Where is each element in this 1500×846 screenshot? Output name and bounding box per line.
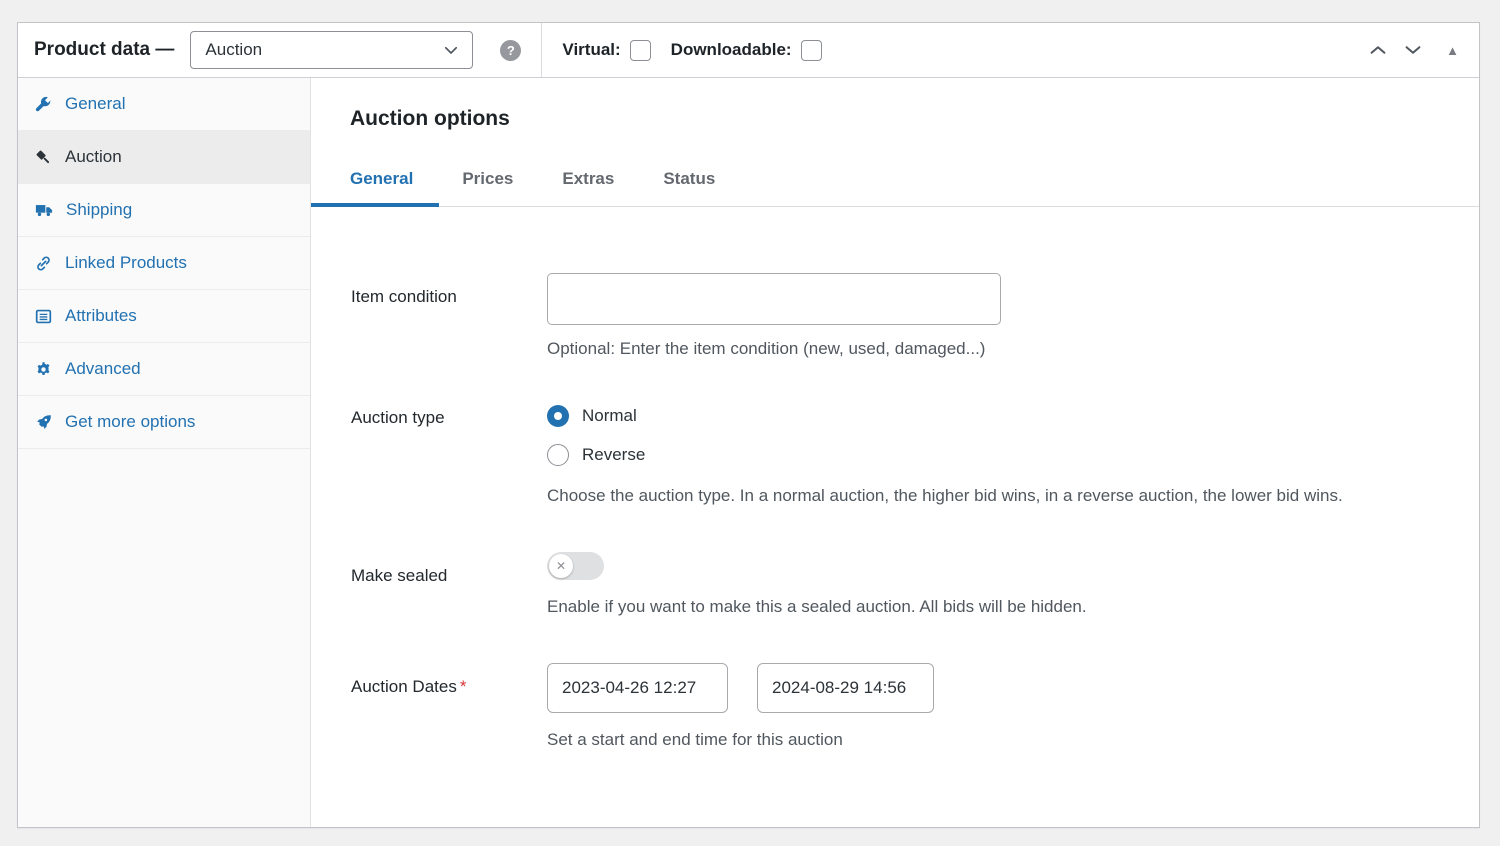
list-icon bbox=[35, 308, 52, 325]
sidebar-item-linked-products[interactable]: Linked Products bbox=[18, 237, 310, 290]
auction-type-normal-label: Normal bbox=[582, 406, 637, 426]
link-icon bbox=[35, 255, 52, 272]
make-sealed-toggle[interactable]: ✕ bbox=[547, 552, 604, 580]
virtual-checkbox[interactable] bbox=[630, 40, 651, 61]
truck-icon bbox=[35, 201, 53, 219]
sidebar-item-label: Get more options bbox=[65, 412, 195, 432]
gear-icon bbox=[35, 361, 52, 378]
sidebar-item-general[interactable]: General bbox=[18, 78, 310, 131]
auction-type-reverse-label: Reverse bbox=[582, 445, 645, 465]
tab-prices[interactable]: Prices bbox=[462, 169, 513, 206]
product-data-metabox: Product data — Auction ? Virtual: Downlo… bbox=[17, 22, 1480, 828]
metabox-title: Product data — bbox=[34, 39, 174, 61]
required-marker: * bbox=[460, 677, 467, 696]
auction-dates-label: Auction Dates* bbox=[351, 663, 547, 750]
auction-start-date-input[interactable] bbox=[547, 663, 728, 713]
help-icon[interactable]: ? bbox=[500, 40, 521, 61]
auction-dates-help: Set a start and end time for this auctio… bbox=[547, 730, 934, 750]
downloadable-checkbox[interactable] bbox=[801, 40, 822, 61]
move-down-button[interactable] bbox=[1402, 39, 1424, 61]
auction-dates-inputs bbox=[547, 663, 934, 713]
product-data-header: Product data — Auction ? Virtual: Downlo… bbox=[18, 23, 1479, 78]
sidebar-item-label: Shipping bbox=[66, 200, 132, 220]
item-condition-control: Optional: Enter the item condition (new,… bbox=[547, 273, 1001, 359]
toggle-off-icon: ✕ bbox=[549, 554, 573, 578]
auction-general-form: Item condition Optional: Enter the item … bbox=[311, 273, 1479, 750]
sidebar-item-label: Linked Products bbox=[65, 253, 187, 273]
sidebar-item-label: Attributes bbox=[65, 306, 137, 326]
tab-status[interactable]: Status bbox=[663, 169, 715, 206]
panel-heading: Auction options bbox=[350, 107, 1479, 131]
virtual-label: Virtual: bbox=[562, 40, 620, 60]
wrench-icon bbox=[35, 96, 52, 113]
select-chevron-down-icon bbox=[442, 41, 460, 59]
make-sealed-label: Make sealed bbox=[351, 552, 547, 617]
product-data-tabs-sidebar: General Auction Shipping Linked Products bbox=[18, 78, 311, 827]
rocket-icon bbox=[35, 414, 52, 431]
sidebar-item-label: General bbox=[65, 94, 125, 114]
downloadable-label: Downloadable: bbox=[671, 40, 792, 60]
make-sealed-row: Make sealed ✕ Enable if you want to make… bbox=[311, 552, 1479, 617]
item-condition-help: Optional: Enter the item condition (new,… bbox=[547, 339, 1001, 359]
item-condition-row: Item condition Optional: Enter the item … bbox=[311, 273, 1479, 359]
item-condition-input[interactable] bbox=[547, 273, 1001, 325]
sidebar-item-attributes[interactable]: Attributes bbox=[18, 290, 310, 343]
toggle-panel-button[interactable]: ▲ bbox=[1446, 43, 1459, 58]
virtual-checkbox-group: Virtual: bbox=[562, 40, 650, 61]
item-condition-label: Item condition bbox=[351, 273, 547, 359]
auction-dates-row: Auction Dates* Set a start and end time … bbox=[311, 663, 1479, 750]
auction-dates-control: Set a start and end time for this auctio… bbox=[547, 663, 934, 750]
auction-type-normal-option[interactable]: Normal bbox=[547, 405, 1343, 427]
product-type-select[interactable]: Auction bbox=[190, 31, 473, 69]
sidebar-item-advanced[interactable]: Advanced bbox=[18, 343, 310, 396]
auction-type-help: Choose the auction type. In a normal auc… bbox=[547, 486, 1343, 506]
header-divider bbox=[541, 23, 542, 77]
auction-type-label: Auction type bbox=[351, 405, 547, 506]
product-type-value: Auction bbox=[205, 40, 262, 60]
sidebar-item-label: Advanced bbox=[65, 359, 141, 379]
move-up-button[interactable] bbox=[1367, 39, 1389, 61]
chevron-up-icon bbox=[1367, 39, 1389, 61]
make-sealed-control: ✕ Enable if you want to make this a seal… bbox=[547, 552, 1087, 617]
auction-options-panel: Auction options General Prices Extras St… bbox=[311, 78, 1479, 827]
tab-general[interactable]: General bbox=[350, 169, 413, 206]
chevron-down-icon bbox=[1402, 39, 1424, 61]
downloadable-checkbox-group: Downloadable: bbox=[671, 40, 822, 61]
sidebar-item-shipping[interactable]: Shipping bbox=[18, 184, 310, 237]
metabox-body: General Auction Shipping Linked Products bbox=[18, 78, 1479, 827]
auction-type-reverse-option[interactable]: Reverse bbox=[547, 444, 1343, 466]
radio-selected-icon[interactable] bbox=[547, 405, 569, 427]
sidebar-item-auction[interactable]: Auction bbox=[18, 131, 310, 184]
tab-extras[interactable]: Extras bbox=[562, 169, 614, 206]
auction-subtabs: General Prices Extras Status bbox=[311, 169, 1479, 207]
radio-unselected-icon[interactable] bbox=[547, 444, 569, 466]
sidebar-item-label: Auction bbox=[65, 147, 122, 167]
auction-end-date-input[interactable] bbox=[757, 663, 934, 713]
auction-type-control: Normal Reverse Choose the auction type. … bbox=[547, 405, 1343, 506]
gavel-icon bbox=[35, 149, 52, 166]
make-sealed-help: Enable if you want to make this a sealed… bbox=[547, 597, 1087, 617]
sidebar-item-get-more-options[interactable]: Get more options bbox=[18, 396, 310, 449]
auction-type-row: Auction type Normal Reverse Choose the a… bbox=[311, 405, 1479, 506]
auction-dates-label-text: Auction Dates bbox=[351, 677, 457, 696]
